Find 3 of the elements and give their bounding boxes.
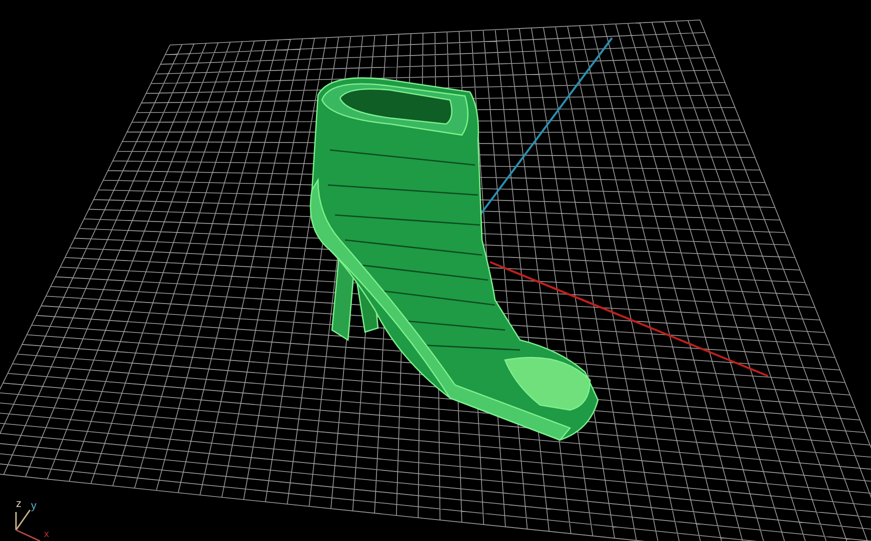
x-axis-label: x: [44, 530, 49, 540]
y-axis-label: y: [31, 501, 36, 512]
z-axis-label: z: [16, 499, 22, 510]
